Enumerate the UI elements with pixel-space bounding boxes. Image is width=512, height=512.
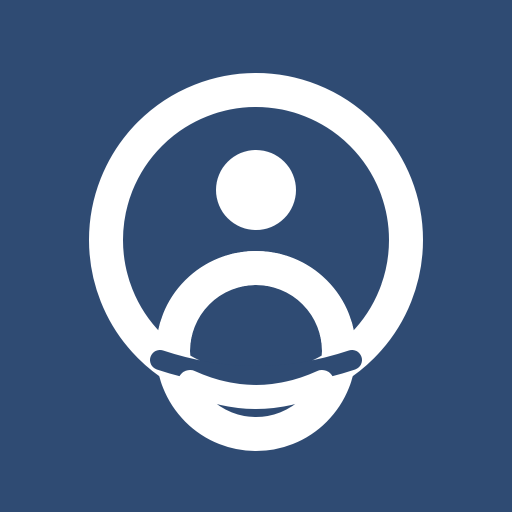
lower-ring (156, 251, 356, 451)
head-circle (216, 150, 296, 230)
user-profile-ring-icon (89, 73, 423, 451)
app-icon-canvas (0, 0, 512, 512)
outer-ring (89, 73, 423, 407)
